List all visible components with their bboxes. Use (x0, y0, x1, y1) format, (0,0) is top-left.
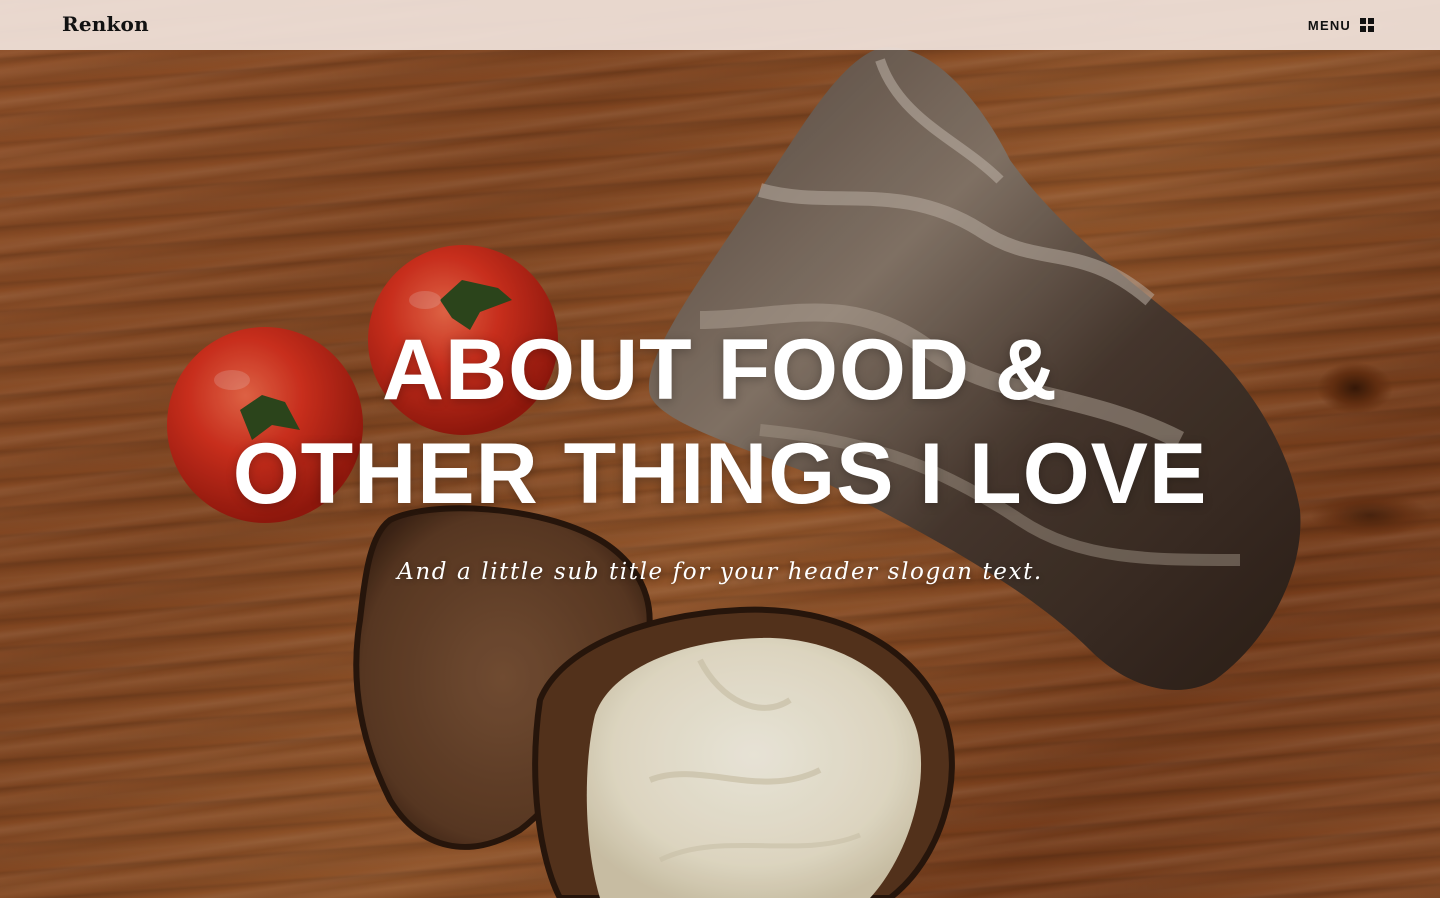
menu-label: MENU (1307, 17, 1351, 33)
grid-icon-cell (1360, 26, 1366, 32)
menu-button[interactable]: MENU (1308, 16, 1374, 34)
grid-icon-cell (1360, 18, 1366, 24)
hero-title-line-1: ABOUT FOOD & (381, 322, 1059, 418)
hero-title: ABOUT FOOD & OTHER THINGS I LOVE (0, 318, 1440, 526)
hero-title-line-2: OTHER THINGS I LOVE (232, 426, 1208, 522)
site-logo[interactable]: Renkon (62, 12, 149, 36)
page: Renkon MENU ABOUT FOOD & OTHER THINGS I … (0, 0, 1440, 898)
grid-icon (1360, 18, 1374, 32)
top-navigation-bar: Renkon MENU (0, 0, 1440, 50)
grid-icon-cell (1368, 26, 1374, 32)
hero-content: ABOUT FOOD & OTHER THINGS I LOVE And a l… (0, 318, 1440, 585)
grid-icon-cell (1368, 18, 1374, 24)
hero-subtitle: And a little sub title for your header s… (397, 559, 1043, 585)
